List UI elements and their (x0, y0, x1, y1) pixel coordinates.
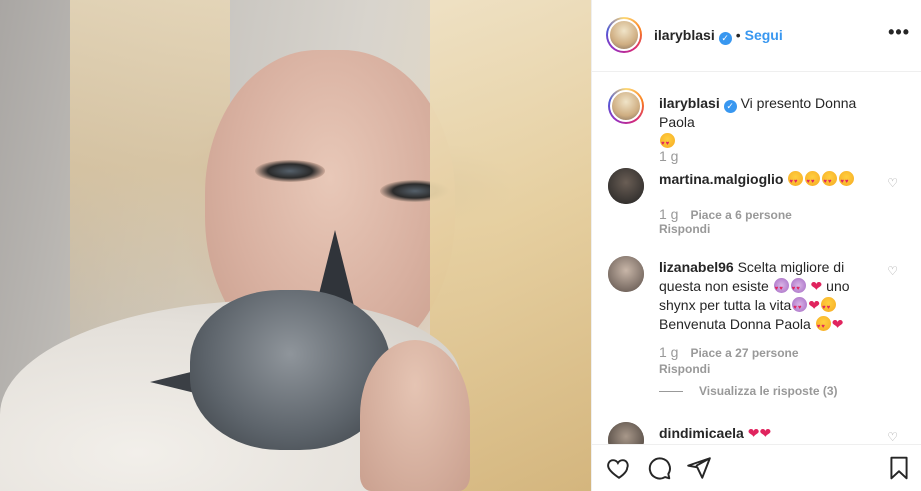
red-heart-icon: ❤ (759, 425, 772, 441)
view-replies-line (659, 391, 683, 393)
caption-text: ilaryblasi ✓ Vi presento Donna Paola (659, 94, 879, 154)
follow-button[interactable]: Segui (745, 27, 783, 43)
comment-avatar[interactable] (608, 168, 644, 204)
caption-time: 1 g (659, 148, 679, 164)
view-replies-label: Visualizza le risposte (3) (699, 384, 838, 398)
woman-emoji-icon (792, 297, 808, 318)
star-struck-emoji-icon (822, 171, 838, 192)
caption-avatar[interactable] (608, 88, 644, 124)
bookmark-icon[interactable] (886, 455, 912, 481)
comment-meta: 1 g Piace a 6 persone (659, 206, 792, 222)
comment-meta: 1 g Piace a 27 persone (659, 344, 799, 360)
post-header: ilaryblasi ✓ • Segui ••• (592, 0, 921, 72)
photo-hand (360, 340, 470, 491)
comment-like-heart-icon[interactable]: ♡ (887, 176, 898, 190)
comment-time: 1 g (659, 206, 679, 222)
photo-eye-left (255, 160, 325, 182)
comment-avatar[interactable] (608, 422, 644, 444)
separator-dot: • (735, 27, 741, 43)
star-struck-emoji-icon (788, 171, 804, 192)
star-struck-emoji-icon (660, 133, 675, 154)
post-side-panel: ilaryblasi ✓ • Segui ••• ilaryblasi ✓ Vi pre… (591, 0, 921, 491)
comment-time: 1 g (659, 344, 679, 360)
comment-text: martina.malgioglio (659, 170, 879, 192)
comment-likes[interactable]: Piace a 27 persone (690, 346, 798, 360)
caption-verified-icon: ✓ (723, 100, 737, 113)
woman-emoji-icon (790, 278, 806, 299)
comment-like-heart-icon[interactable]: ♡ (887, 430, 898, 444)
view-replies-button[interactable]: Visualizza le risposte (3) (659, 384, 838, 398)
red-heart-icon: ❤ (831, 316, 844, 332)
comment-like-heart-icon[interactable]: ♡ (887, 264, 898, 278)
author-username[interactable]: ilaryblasi (654, 27, 715, 43)
share-icon[interactable] (686, 455, 712, 481)
star-struck-emoji-icon (821, 297, 837, 318)
comment-avatar[interactable] (608, 256, 644, 292)
star-struck-emoji-icon (815, 316, 831, 337)
comment-username[interactable]: lizanabel96 (659, 259, 734, 275)
woman-emoji-icon (773, 278, 789, 299)
more-options-icon[interactable]: ••• (888, 22, 910, 43)
caption-username[interactable]: ilaryblasi (659, 95, 720, 111)
comment-text: dindimicaela ❤❤ (659, 424, 879, 443)
verified-badge-icon: ✓ (718, 32, 732, 45)
comments-list[interactable]: ilaryblasi✓ Vi presento Donna Paola 1 g … (592, 72, 921, 444)
header-user-line: ilaryblasi ✓ • Segui (654, 27, 783, 45)
reply-button[interactable]: Rispondi (659, 222, 710, 236)
red-heart-icon: ❤ (747, 425, 760, 441)
comment-username[interactable]: martina.malgioglio (659, 171, 783, 187)
post-photo[interactable] (0, 0, 591, 491)
red-heart-icon: ❤ (810, 278, 823, 294)
star-struck-emoji-icon (805, 171, 821, 192)
comment-body-3: Benvenuta Donna Paola (659, 316, 811, 332)
comment-text: lizanabel96 Scelta migliore di questa no… (659, 258, 879, 337)
star-struck-emoji-icon (839, 171, 855, 192)
reply-button[interactable]: Rispondi (659, 362, 710, 376)
comment-username[interactable]: dindimicaela (659, 425, 744, 441)
heart-icon[interactable] (606, 455, 632, 481)
comment-likes[interactable]: Piace a 6 persone (690, 208, 791, 222)
author-avatar[interactable] (606, 17, 642, 53)
comment-icon[interactable] (646, 455, 672, 481)
action-bar (592, 444, 921, 491)
red-heart-icon: ❤ (808, 297, 821, 313)
